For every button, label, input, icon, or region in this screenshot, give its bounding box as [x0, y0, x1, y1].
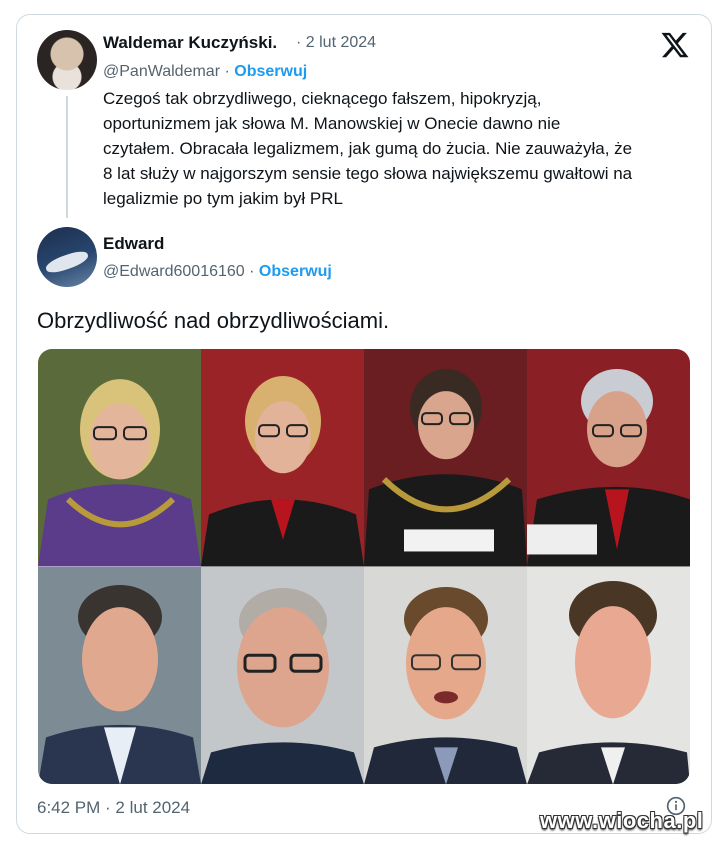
- main-tweet-text: Obrzydliwość nad obrzydliwościami.: [37, 308, 390, 333]
- separator-dot: ·: [224, 63, 230, 80]
- photo-4[interactable]: [527, 349, 690, 567]
- follow-button-edward[interactable]: Obserwuj: [259, 263, 332, 280]
- x-logo-icon[interactable]: [660, 30, 690, 60]
- photo-2[interactable]: [201, 349, 364, 567]
- text-line: Czegoś tak obrzydliwego, cieknącego fałs…: [103, 89, 542, 108]
- thread-line: [66, 96, 68, 218]
- author-name-edward[interactable]: Edward: [103, 234, 164, 254]
- handle-edward: @Edward60016160 · Obserwuj: [103, 263, 332, 281]
- avatar-edward[interactable]: [37, 227, 97, 287]
- photo-8[interactable]: [527, 566, 690, 784]
- photo-5[interactable]: [38, 566, 201, 784]
- text-line: legalizmie po tym jakim był PRL: [103, 189, 343, 208]
- avatar-waldemar[interactable]: [37, 30, 97, 90]
- handle-waldemar: @PanWaldemar · Obserwuj: [103, 63, 307, 81]
- handle-text[interactable]: @Edward60016160: [103, 263, 245, 280]
- text-line: czytałem. Obracała legalizmem, jak gumą …: [103, 139, 633, 158]
- photo-grid[interactable]: [38, 349, 690, 784]
- author-name-waldemar[interactable]: Waldemar Kuczyński.: [103, 33, 277, 53]
- photo-1[interactable]: [38, 349, 201, 567]
- tweet-timestamp[interactable]: 6:42 PM · 2 lut 2024: [37, 798, 190, 818]
- text-line: oportunizmem jak słowa M. Manowskiej w O…: [103, 114, 561, 133]
- photo-6[interactable]: [201, 566, 364, 784]
- watermark: www.wiocha.pl: [540, 808, 704, 833]
- tweet-date-waldemar[interactable]: · 2 lut 2024: [296, 34, 376, 52]
- photo-3[interactable]: [364, 349, 527, 567]
- handle-text[interactable]: @PanWaldemar: [103, 63, 220, 80]
- reply-tweet-text: Czegoś tak obrzydliwego, cieknącego fałs…: [103, 86, 703, 211]
- photo-7[interactable]: [364, 566, 527, 784]
- text-line: 8 lat służy w najgorszym sensie tego sło…: [103, 164, 633, 183]
- follow-button-waldemar[interactable]: Obserwuj: [234, 63, 307, 80]
- separator-dot: ·: [249, 263, 255, 280]
